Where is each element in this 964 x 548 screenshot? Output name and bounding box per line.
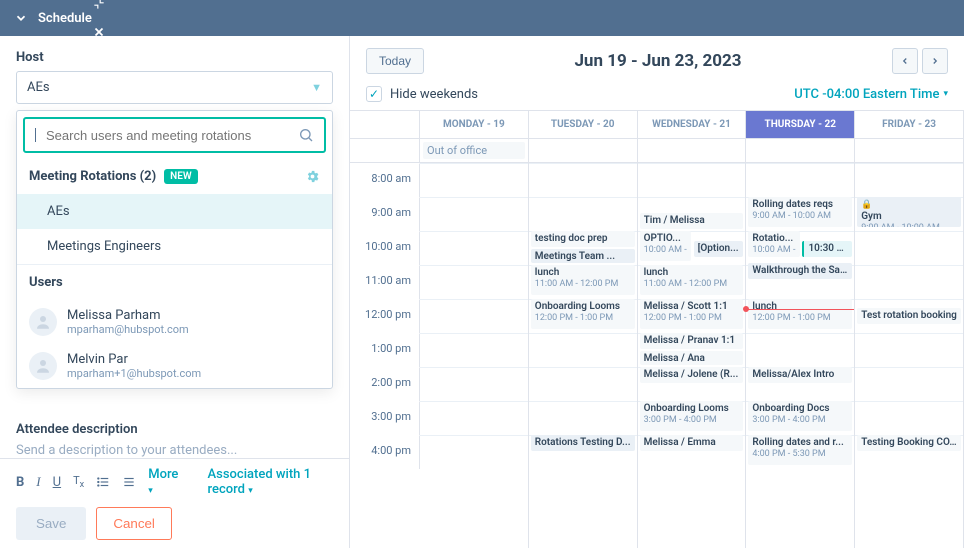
calendar-event[interactable]: testing doc prep	[531, 231, 635, 247]
cancel-button[interactable]: Cancel	[96, 507, 172, 540]
avatar-icon	[29, 352, 57, 380]
attendee-description-input[interactable]: Send a description to your attendees...	[16, 443, 333, 458]
calendar-event[interactable]: Melissa / Scott 1:112:00 PM - 1:00 PM	[640, 299, 744, 329]
user-option[interactable]: Melissa Parham mparham@hubspot.com	[17, 300, 332, 344]
day-header[interactable]: TUESDAY - 20	[529, 111, 638, 138]
bold-button[interactable]: B	[16, 475, 24, 490]
calendar-event[interactable]: Onboarding Docs3:00 PM - 4:00 PM	[748, 401, 852, 431]
panel-header: Schedule	[0, 0, 964, 36]
calendar-event[interactable]: Gym9:00 AM - 10:00 AM	[857, 197, 961, 227]
user-name: Melvin Par	[67, 352, 201, 367]
calendar-event[interactable]: Rolling dates reqs9:00 AM - 10:00 AM	[748, 197, 852, 227]
associated-dropdown[interactable]: Associated with 1 record ▾	[208, 467, 333, 497]
calendar-event[interactable]: Melissa / Ana	[640, 351, 744, 365]
hour-label: 3:00 pm	[350, 401, 420, 435]
calendar-event[interactable]: lunch11:00 AM - 12:00 PM	[531, 265, 635, 295]
calendar-event[interactable]: Melissa / Pranav 1:1	[640, 333, 744, 349]
prev-week-button[interactable]	[892, 48, 918, 74]
left-panel: Host AEs ▼ Meeting Rotations (2) NEW	[0, 36, 350, 548]
calendar-event[interactable]: OPTIO...10:00 AM -	[640, 231, 692, 261]
host-select[interactable]: AEs ▼	[16, 71, 333, 104]
calendar-event[interactable]: Meetings Team ...	[531, 249, 635, 263]
more-dropdown[interactable]: More ▾	[148, 467, 179, 497]
hide-weekends-label: Hide weekends	[390, 87, 478, 102]
hour-label: 11:00 am	[350, 265, 420, 299]
calendar-event[interactable]: [Option...	[694, 241, 744, 257]
next-week-button[interactable]	[922, 48, 948, 74]
rotation-option-aes[interactable]: AEs	[17, 194, 332, 229]
rich-text-toolbar: B I U Tx More ▾ Associated with 1 record…	[16, 467, 333, 497]
today-button[interactable]: Today	[366, 48, 424, 74]
calendar-event[interactable]: Onboarding Looms3:00 PM - 4:00 PM	[640, 401, 744, 431]
user-option[interactable]: Melvin Par mparham+1@hubspot.com	[17, 344, 332, 388]
users-header: Users	[17, 264, 332, 300]
attendee-description-label: Attendee description	[16, 422, 333, 437]
calendar-event[interactable]: lunch12:00 PM - 1:00 PM	[748, 299, 852, 329]
collapse-icon[interactable]	[14, 11, 28, 25]
rotations-header: Meeting Rotations (2) NEW	[17, 159, 332, 194]
date-range-title: Jun 19 - Jun 23, 2023	[424, 51, 892, 71]
user-name: Melissa Parham	[67, 308, 189, 323]
calendar-panel: Today Jun 19 - Jun 23, 2023 ✓ Hide weeke…	[350, 36, 964, 548]
hour-label: 1:00 pm	[350, 333, 420, 367]
italic-button[interactable]: I	[36, 474, 40, 490]
calendar-event[interactable]: Onboarding Looms12:00 PM - 1:00 PM	[531, 299, 635, 329]
minimize-icon[interactable]	[92, 0, 950, 11]
list-button[interactable]	[96, 475, 110, 489]
calendar-event[interactable]: Rolling dates and r...4:00 PM - 5:30 PM	[748, 435, 852, 465]
calendar-event[interactable]: Rotatio...10:00 AM -	[748, 231, 800, 257]
calendar-event[interactable]: Tim / Melissa	[640, 213, 744, 229]
calendar-event[interactable]: lunch11:00 AM - 12:00 PM	[640, 265, 744, 295]
save-button[interactable]: Save	[16, 507, 86, 540]
allday-row: Out of office	[350, 139, 964, 163]
user-email: mparham@hubspot.com	[67, 323, 189, 336]
user-email: mparham+1@hubspot.com	[67, 367, 201, 380]
day-header-row: MONDAY - 19 TUESDAY - 20 WEDNESDAY - 21 …	[350, 111, 964, 139]
host-dropdown: Meeting Rotations (2) NEW AEs Meetings E…	[16, 110, 333, 389]
calendar-event[interactable]: Melissa / Emma	[640, 435, 744, 451]
hour-label: 10:00 am	[350, 231, 420, 265]
host-select-value: AEs	[27, 80, 50, 95]
calendar-event[interactable]: Melissa / Jolene (R...	[640, 367, 744, 383]
calendar-event[interactable]: 10:30 A...	[802, 241, 852, 257]
hour-label: 9:00 am	[350, 197, 420, 231]
rotation-option-engineers[interactable]: Meetings Engineers	[17, 229, 332, 264]
calendar-event[interactable]: Walkthrough the Sa...	[748, 263, 852, 279]
timezone-select[interactable]: UTC -04:00 Eastern Time▾	[794, 87, 948, 102]
day-header-active[interactable]: THURSDAY - 22	[746, 111, 855, 138]
underline-button[interactable]: U	[53, 475, 61, 490]
hour-label: 4:00 pm	[350, 435, 420, 469]
panel-title: Schedule	[38, 11, 92, 26]
hide-weekends-checkbox[interactable]: ✓	[366, 86, 382, 102]
calendar-event[interactable]: Melissa/Alex Intro	[748, 367, 852, 383]
new-badge: NEW	[164, 169, 198, 184]
allday-event[interactable]: Out of office	[423, 142, 525, 159]
calendar-event[interactable]: Testing Booking CO...	[857, 435, 961, 451]
list2-button[interactable]	[122, 475, 136, 489]
format-button[interactable]: Tx	[73, 474, 84, 490]
calendar-event[interactable]: Rotations Testing D...	[531, 435, 635, 451]
search-icon	[298, 127, 314, 143]
day-header[interactable]: FRIDAY - 23	[855, 111, 964, 138]
search-input[interactable]	[46, 128, 290, 143]
avatar-icon	[29, 308, 57, 336]
gear-icon[interactable]	[305, 169, 320, 184]
host-label: Host	[16, 50, 333, 65]
day-header[interactable]: MONDAY - 19	[420, 111, 529, 138]
hour-label: 12:00 pm	[350, 299, 420, 333]
search-input-wrap[interactable]	[23, 117, 326, 153]
caret-down-icon: ▼	[311, 81, 322, 94]
calendar-event[interactable]: Test rotation booking	[857, 308, 961, 324]
hour-label: 8:00 am	[350, 163, 420, 197]
day-header[interactable]: WEDNESDAY - 21	[638, 111, 747, 138]
hour-label: 2:00 pm	[350, 367, 420, 401]
